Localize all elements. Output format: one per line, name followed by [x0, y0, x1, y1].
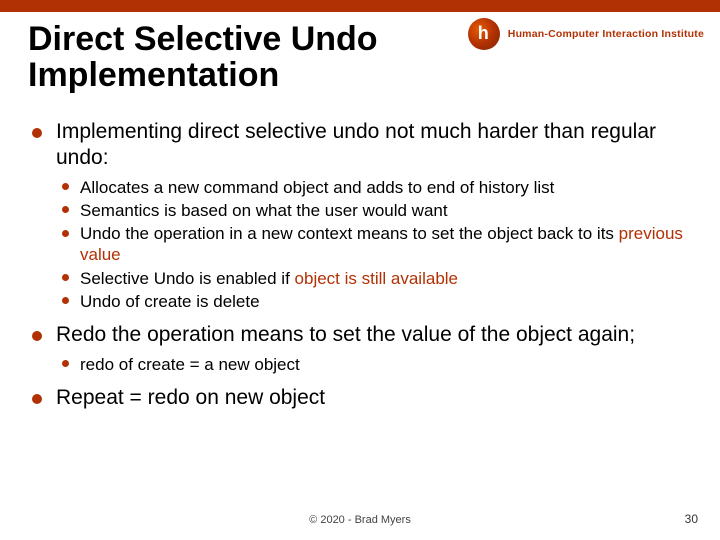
- list-item: Repeat = redo on new object: [28, 385, 692, 411]
- bullet-sublist: redo of create = a new object: [56, 354, 692, 375]
- slide-content: Direct Selective Undo Implementation Imp…: [28, 22, 692, 417]
- bullet-text-highlight: object is still available: [295, 269, 458, 288]
- bullet-text: redo of create = a new object: [80, 355, 300, 374]
- list-item: Selective Undo is enabled if object is s…: [56, 268, 692, 289]
- bullet-text: Implementing direct selective undo not m…: [56, 120, 656, 169]
- bullet-text-pre: Selective Undo is enabled if: [80, 269, 295, 288]
- list-item: Redo the operation means to set the valu…: [28, 322, 692, 375]
- bullet-sublist: Allocates a new command object and adds …: [56, 177, 692, 313]
- list-item: Implementing direct selective undo not m…: [28, 119, 692, 312]
- list-item: Undo the operation in a new context mean…: [56, 223, 692, 266]
- list-item: Allocates a new command object and adds …: [56, 177, 692, 198]
- bullet-text: Semantics is based on what the user woul…: [80, 201, 448, 220]
- bullet-text-pre: Undo the operation in a new context mean…: [80, 224, 619, 243]
- bullet-text: Undo of create is delete: [80, 292, 260, 311]
- slide-title: Direct Selective Undo Implementation: [28, 22, 692, 93]
- list-item: Undo of create is delete: [56, 291, 692, 312]
- bullet-text: Redo the operation means to set the valu…: [56, 323, 635, 346]
- list-item: Semantics is based on what the user woul…: [56, 200, 692, 221]
- page-number: 30: [685, 512, 698, 526]
- slide-top-accent: [0, 0, 720, 12]
- bullet-text: Repeat = redo on new object: [56, 386, 325, 409]
- footer-copyright: © 2020 - Brad Myers: [0, 514, 720, 526]
- bullet-list: Implementing direct selective undo not m…: [28, 119, 692, 410]
- list-item: redo of create = a new object: [56, 354, 692, 375]
- bullet-text: Allocates a new command object and adds …: [80, 178, 554, 197]
